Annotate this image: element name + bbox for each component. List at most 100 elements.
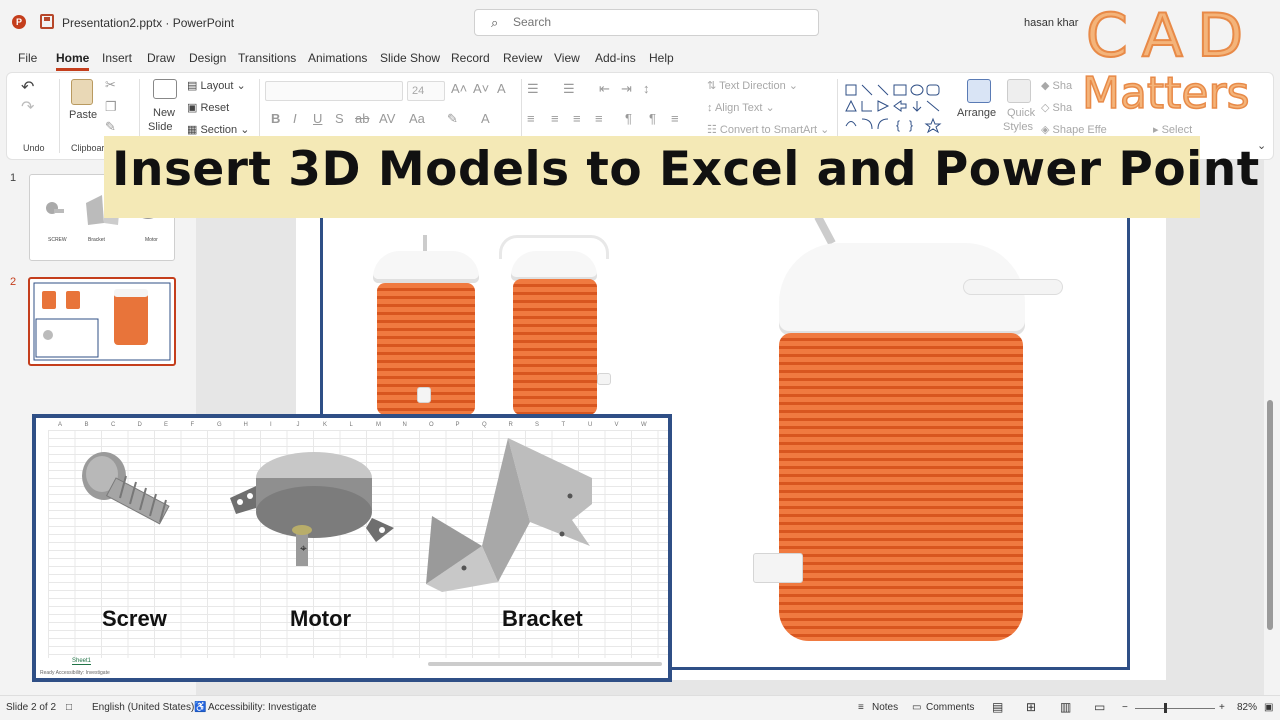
quick-styles-label-1[interactable]: Quick bbox=[1007, 107, 1035, 119]
search-box[interactable]: ⌕ bbox=[474, 9, 819, 36]
excel-column-header: Q bbox=[482, 422, 487, 428]
bold-icon[interactable]: B bbox=[271, 111, 280, 126]
copy-icon[interactable]: ❐ bbox=[105, 99, 117, 115]
text-direction-button[interactable]: ⇅ Text Direction ⌄ bbox=[707, 79, 798, 92]
user-name[interactable]: hasan khar bbox=[1024, 17, 1078, 29]
tab-draw[interactable]: Draw bbox=[147, 51, 175, 65]
redo-icon[interactable]: ↷ bbox=[21, 97, 34, 117]
clear-format-icon[interactable]: A bbox=[497, 81, 506, 96]
tab-design[interactable]: Design bbox=[189, 51, 226, 65]
tab-help[interactable]: Help bbox=[649, 51, 674, 65]
excel-column-header: W bbox=[641, 422, 647, 428]
paste-button[interactable]: Paste bbox=[69, 109, 97, 121]
reset-button[interactable]: ▣ Reset bbox=[187, 101, 229, 114]
underline-icon[interactable]: U bbox=[313, 111, 322, 126]
paste-icon[interactable] bbox=[71, 79, 93, 105]
quick-styles-label-2[interactable]: Styles bbox=[1003, 121, 1033, 133]
zoom-slider[interactable] bbox=[1135, 708, 1215, 709]
arrange-button[interactable]: Arrange bbox=[957, 107, 996, 119]
status-bar: Slide 2 of 2 □ English (United States) ♿… bbox=[0, 695, 1280, 720]
shadow-icon[interactable]: S bbox=[335, 111, 344, 126]
numbering-icon[interactable]: ☰ bbox=[563, 81, 575, 97]
shape-fill-button[interactable]: ◆ Sha bbox=[1041, 79, 1072, 92]
bullets-icon[interactable]: ☰ bbox=[527, 81, 539, 97]
fit-slide-icon[interactable]: ▣ bbox=[1264, 702, 1273, 713]
align-center-icon[interactable]: ≡ bbox=[551, 111, 559, 126]
normal-view-icon[interactable]: ▤ bbox=[992, 700, 1003, 714]
excel-screenshot-inset[interactable]: ABCDEFGHIJKLMNOPQRSTUVW ⌖ Screw Motor Br… bbox=[32, 414, 672, 682]
highlight-icon[interactable]: ✎ bbox=[447, 111, 458, 127]
font-name-box[interactable] bbox=[265, 81, 403, 101]
notes-button[interactable]: Notes bbox=[872, 702, 898, 713]
tab-file[interactable]: File bbox=[18, 51, 37, 65]
notes-icon[interactable]: ≡ bbox=[858, 702, 864, 713]
font-size-box[interactable]: 24 bbox=[407, 81, 445, 101]
vertical-scrollbar[interactable] bbox=[1266, 160, 1274, 695]
cut-icon[interactable]: ✂ bbox=[105, 77, 116, 93]
zoom-in-icon[interactable]: + bbox=[1219, 702, 1225, 713]
tab-animations[interactable]: Animations bbox=[308, 51, 367, 65]
excel-column-header: G bbox=[217, 422, 222, 428]
slideshow-icon[interactable]: ▭ bbox=[1094, 700, 1105, 714]
zoom-slider-thumb[interactable] bbox=[1164, 703, 1167, 713]
reading-view-icon[interactable]: ▥ bbox=[1060, 700, 1071, 714]
tab-review[interactable]: Review bbox=[503, 51, 542, 65]
tab-insert[interactable]: Insert bbox=[102, 51, 132, 65]
align-right-icon[interactable]: ≡ bbox=[573, 111, 581, 126]
line-spacing-icon[interactable]: ↕ bbox=[643, 81, 650, 96]
decrease-font-icon[interactable]: A˅ bbox=[473, 81, 489, 96]
arrange-icon[interactable] bbox=[967, 79, 991, 103]
spelling-icon[interactable]: □ bbox=[66, 702, 72, 713]
char-spacing-icon[interactable]: AV bbox=[379, 111, 395, 126]
svg-text:{: { bbox=[896, 118, 900, 132]
align-left-icon[interactable]: ≡ bbox=[527, 111, 535, 126]
format-painter-icon[interactable]: ✎ bbox=[105, 119, 116, 135]
accessibility-status[interactable]: Accessibility: Investigate bbox=[208, 702, 316, 713]
font-color-icon[interactable]: A bbox=[481, 111, 490, 126]
increase-indent-icon[interactable]: ⇥ bbox=[621, 81, 632, 97]
align-text-button[interactable]: ↕ Align Text ⌄ bbox=[707, 101, 775, 114]
scrollbar-thumb[interactable] bbox=[1267, 400, 1273, 630]
quick-styles-icon[interactable] bbox=[1007, 79, 1031, 103]
select-button[interactable]: ▸ Select bbox=[1153, 123, 1192, 136]
section-button[interactable]: ▦ Section ⌄ bbox=[187, 123, 249, 136]
undo-icon[interactable]: ↶ bbox=[21, 77, 34, 97]
new-slide-label-1[interactable]: New bbox=[153, 107, 175, 119]
excel-sheet-tab[interactable]: Sheet1 bbox=[72, 658, 92, 665]
comments-icon[interactable]: ▭ bbox=[912, 702, 921, 713]
logo-matters: Matters bbox=[1081, 68, 1250, 119]
ltr-icon[interactable]: ¶ bbox=[649, 111, 656, 126]
tab-add-ins[interactable]: Add-ins bbox=[595, 51, 636, 65]
svg-text:⌖: ⌖ bbox=[300, 541, 307, 555]
change-case-icon[interactable]: Aa bbox=[409, 111, 425, 126]
convert-smartart-button[interactable]: ☷ Convert to SmartArt ⌄ bbox=[707, 123, 829, 136]
decrease-indent-icon[interactable]: ⇤ bbox=[599, 81, 610, 97]
layout-button[interactable]: ▤ Layout ⌄ bbox=[187, 79, 246, 92]
slide-thumbnail-2[interactable] bbox=[28, 277, 176, 366]
rtl-icon[interactable]: ¶ bbox=[625, 111, 632, 126]
tab-transitions[interactable]: Transitions bbox=[238, 51, 296, 65]
zoom-out-icon[interactable]: − bbox=[1122, 702, 1128, 713]
save-icon[interactable] bbox=[40, 14, 54, 29]
search-input[interactable] bbox=[513, 15, 793, 29]
tab-view[interactable]: View bbox=[554, 51, 580, 65]
comments-button[interactable]: Comments bbox=[926, 702, 974, 713]
new-slide-label-2[interactable]: Slide bbox=[148, 121, 172, 133]
shape-effects-button[interactable]: ◈ Shape Effe bbox=[1041, 123, 1107, 136]
shape-outline-button[interactable]: ◇ Sha bbox=[1041, 101, 1072, 114]
language-indicator[interactable]: English (United States) bbox=[92, 702, 194, 713]
slide-sorter-icon[interactable]: ⊞ bbox=[1026, 700, 1036, 714]
tab-record[interactable]: Record bbox=[451, 51, 490, 65]
new-slide-icon[interactable] bbox=[153, 79, 177, 99]
columns-icon[interactable]: ≡ bbox=[671, 111, 679, 126]
zoom-level[interactable]: 82% bbox=[1237, 702, 1257, 713]
accessibility-icon[interactable]: ♿ bbox=[194, 702, 206, 713]
italic-icon[interactable]: I bbox=[293, 111, 297, 126]
excel-horizontal-scrollbar[interactable] bbox=[428, 662, 662, 666]
strikethrough-icon[interactable]: ab bbox=[355, 111, 369, 126]
shapes-gallery[interactable]: {} bbox=[843, 81, 957, 141]
increase-font-icon[interactable]: A˄ bbox=[451, 81, 467, 96]
tab-home[interactable]: Home bbox=[56, 51, 90, 71]
tab-slide-show[interactable]: Slide Show bbox=[380, 51, 440, 65]
justify-icon[interactable]: ≡ bbox=[595, 111, 603, 126]
